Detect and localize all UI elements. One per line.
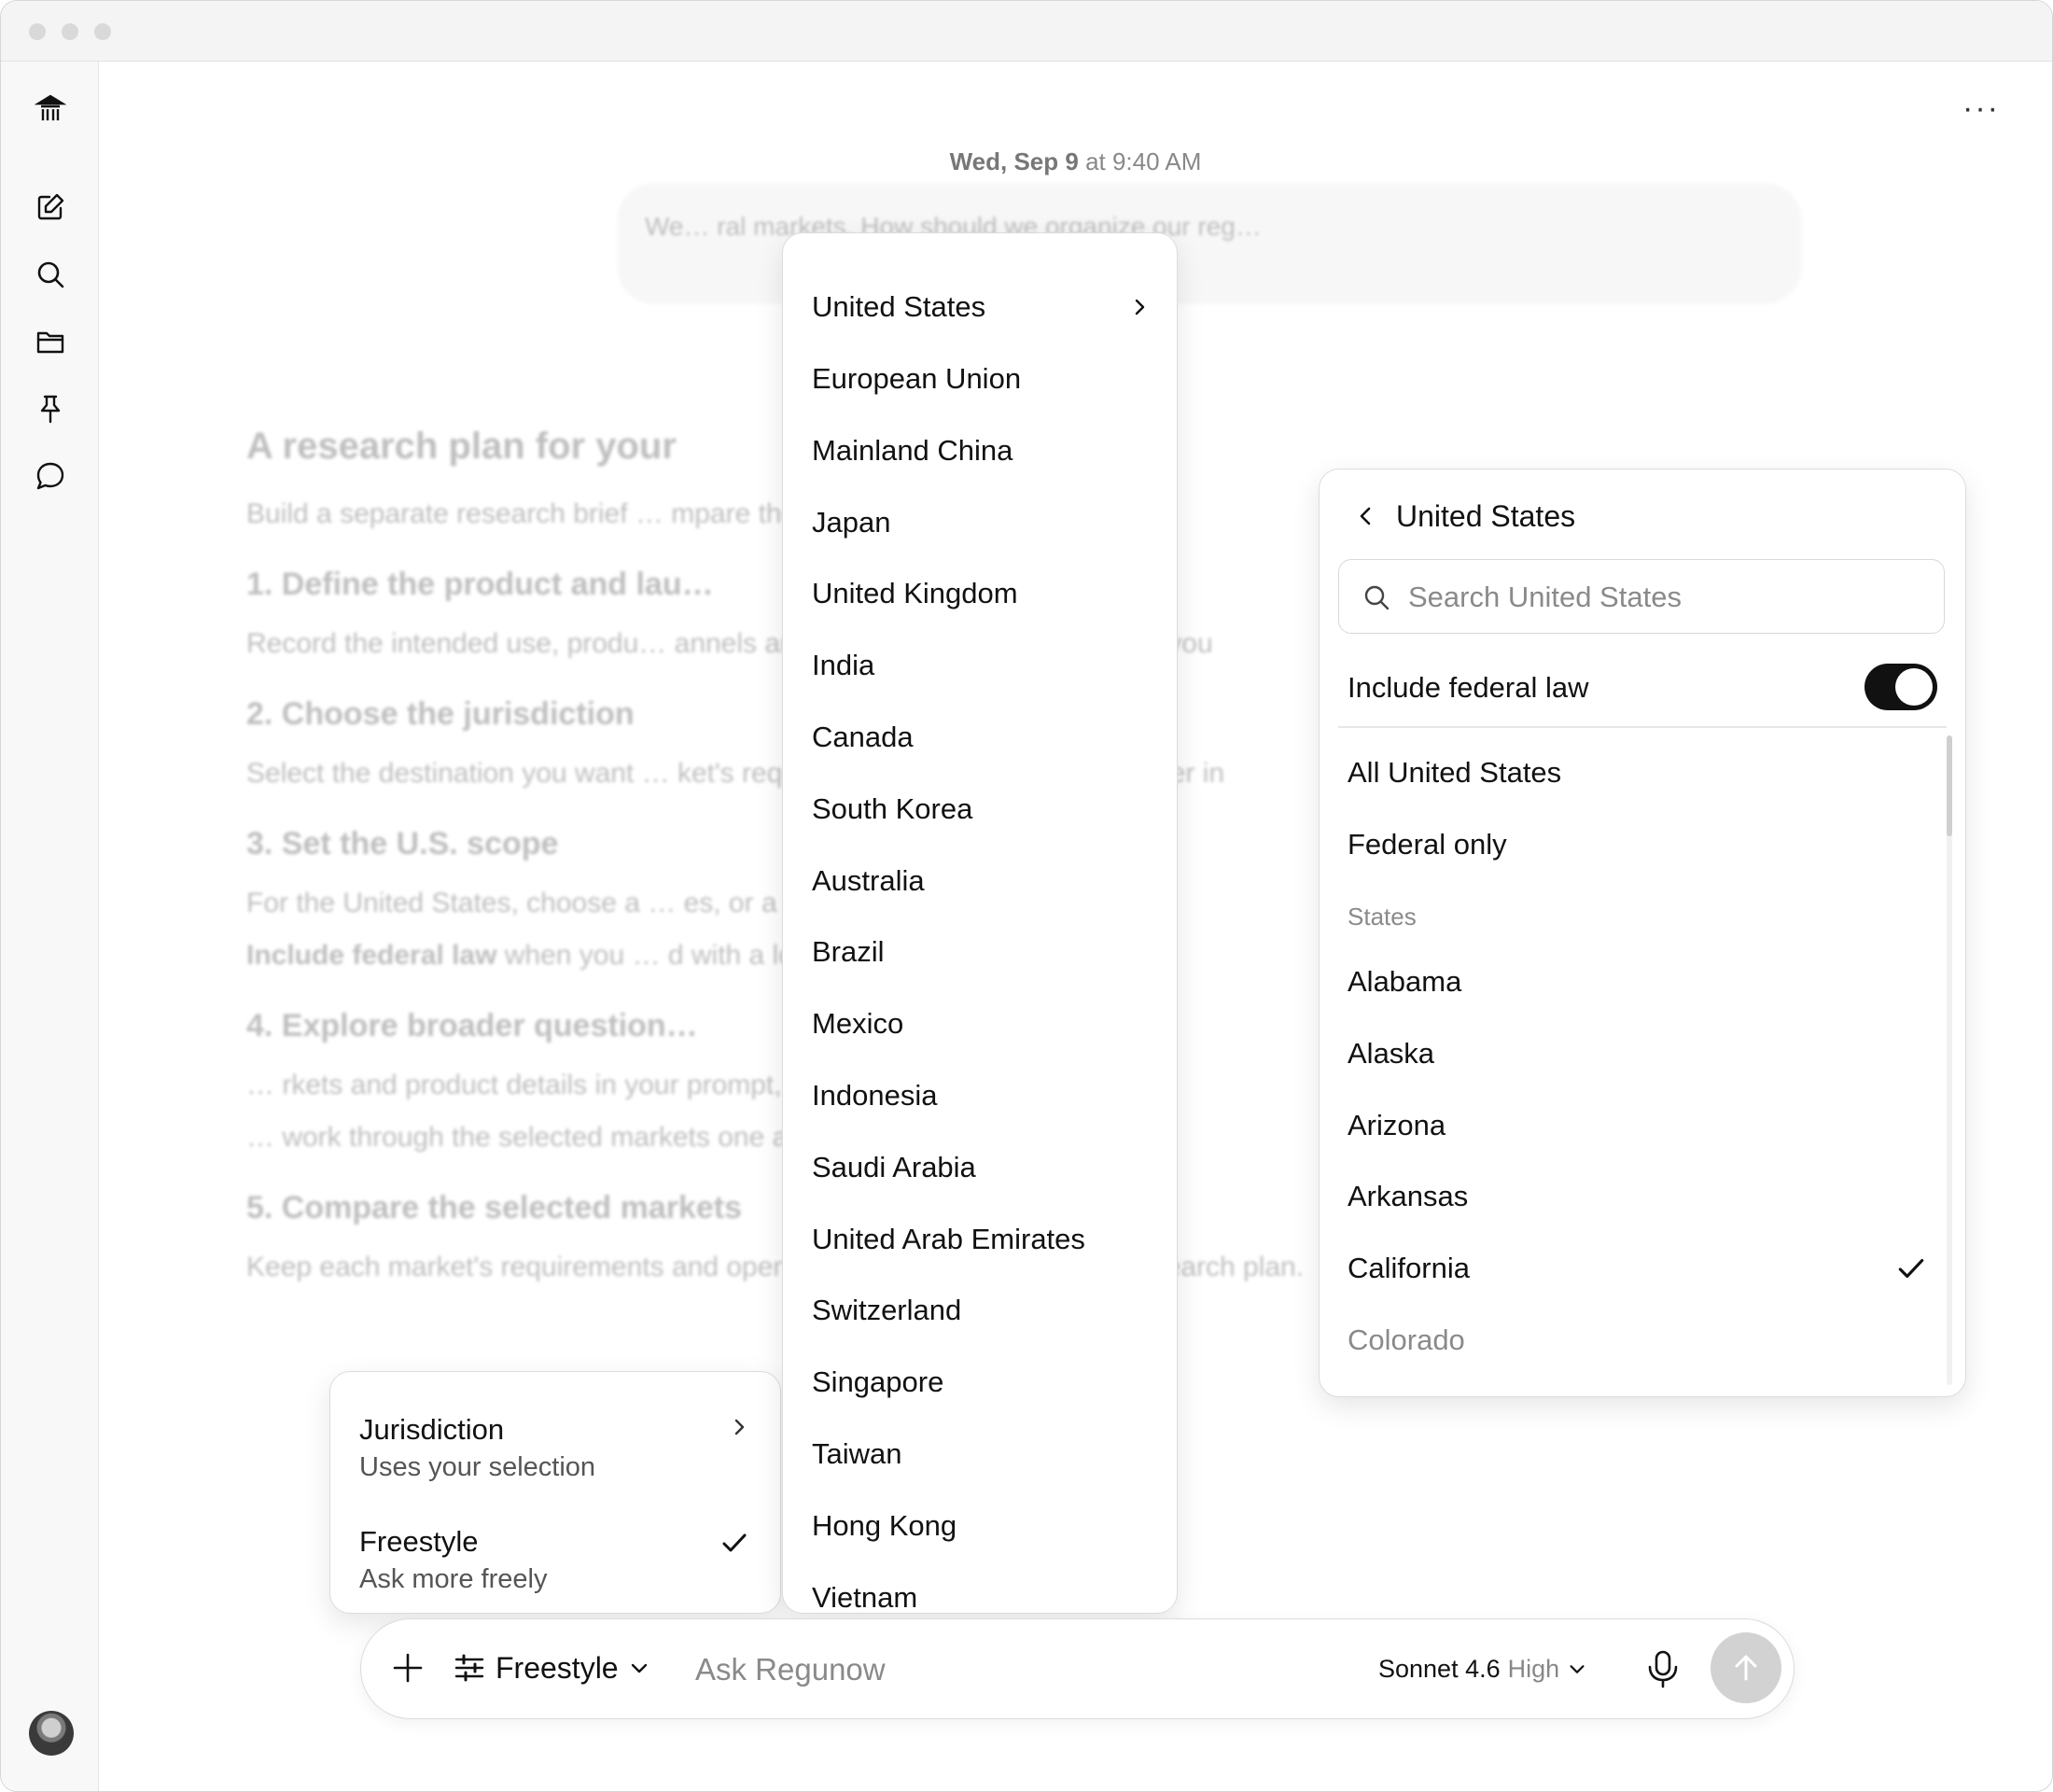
- country-item[interactable]: Mexico: [812, 996, 1177, 1052]
- country-item[interactable]: Brazil: [812, 924, 1177, 980]
- country-item[interactable]: United Arab Emirates: [812, 1211, 1177, 1267]
- country-item[interactable]: Hong Kong: [812, 1498, 1177, 1554]
- country-item[interactable]: Australia: [812, 853, 1177, 909]
- country-item[interactable]: Japan: [812, 495, 1177, 551]
- chevron-left-icon: [1360, 507, 1371, 525]
- mode-option-title: Freestyle: [359, 1525, 479, 1558]
- section-3-body-b: when you … d with a lo…: [496, 940, 822, 971]
- state-item-selected[interactable]: California: [1348, 1242, 1928, 1295]
- divider: [1338, 726, 1947, 728]
- country-item[interactable]: Singapore: [812, 1354, 1177, 1410]
- state-item[interactable]: Arizona: [1348, 1099, 1928, 1152]
- federal-law-toggle[interactable]: [1864, 664, 1937, 710]
- state-item[interactable]: Alabama: [1348, 956, 1928, 1008]
- arrow-up-icon: [1735, 1655, 1757, 1681]
- country-item[interactable]: Canada: [812, 709, 1177, 765]
- mode-option-subtitle: Uses your selection: [359, 1452, 596, 1482]
- sidebar: [1, 62, 99, 1791]
- federal-law-label: Include federal law: [1348, 671, 1589, 704]
- scope-federal-only[interactable]: Federal only: [1348, 819, 1928, 871]
- timestamp-day: Wed, Sep 9: [949, 147, 1079, 175]
- minimize-window-button[interactable]: [62, 23, 78, 40]
- mode-menu: Jurisdiction Uses your selection Freesty…: [329, 1371, 781, 1614]
- mode-option-title: Jurisdiction: [359, 1413, 505, 1446]
- panel-title: United States: [1396, 498, 1576, 533]
- state-item[interactable]: Alaska: [1348, 1028, 1928, 1080]
- zoom-window-button[interactable]: [94, 23, 111, 40]
- new-chat-icon: [37, 193, 64, 220]
- country-item[interactable]: Indonesia: [812, 1068, 1177, 1124]
- search-icon: [37, 261, 64, 288]
- send-button[interactable]: [1711, 1632, 1781, 1703]
- new-chat-button[interactable]: [29, 186, 72, 229]
- app-logo[interactable]: [29, 87, 72, 130]
- country-item[interactable]: Saudi Arabia: [812, 1140, 1177, 1196]
- pin-icon: [40, 395, 61, 424]
- model-name: Sonnet 4.6: [1378, 1654, 1501, 1683]
- country-item[interactable]: United Kingdom: [812, 566, 1177, 622]
- mode-option-freestyle[interactable]: Freestyle Ask more freely: [330, 1491, 780, 1611]
- jurisdiction-menu: United States European Union Mainland Ch…: [782, 232, 1178, 1614]
- message-timestamp: Wed, Sep 9 at 9:40 AM: [99, 147, 2052, 176]
- checkmark-icon: [722, 1533, 747, 1552]
- chevron-down-icon: [631, 1663, 647, 1673]
- microphone-icon[interactable]: [1641, 1647, 1684, 1690]
- back-to-jurisdictions[interactable]: United States: [1353, 496, 1575, 537]
- country-item[interactable]: United States: [812, 279, 1177, 335]
- search-icon: [1364, 585, 1390, 610]
- folder-icon: [36, 331, 64, 354]
- section-3-bold: Include federal law: [246, 940, 497, 971]
- toggle-knob: [1895, 668, 1933, 706]
- country-item[interactable]: Taiwan: [812, 1426, 1177, 1482]
- mode-label: Freestyle: [496, 1650, 619, 1685]
- app-window: ··· Wed, Sep 9 at 9:40 AM We… ral market…: [0, 0, 2053, 1792]
- avatar[interactable]: [29, 1711, 74, 1756]
- country-item[interactable]: European Union: [812, 351, 1177, 407]
- model-effort: High: [1507, 1654, 1560, 1683]
- state-item[interactable]: Arkansas: [1348, 1170, 1928, 1223]
- country-label: United States: [812, 290, 986, 323]
- app-logo-icon: [35, 94, 66, 120]
- states-group-label: States: [1348, 903, 1417, 931]
- search-button[interactable]: [29, 253, 72, 296]
- country-item[interactable]: India: [812, 637, 1177, 693]
- scrollbar-thumb[interactable]: [1947, 735, 1952, 836]
- state-item[interactable]: Colorado: [1348, 1314, 1928, 1366]
- chevron-right-icon: [1135, 299, 1145, 315]
- projects-button[interactable]: [29, 320, 72, 363]
- country-item[interactable]: Switzerland: [812, 1282, 1177, 1338]
- mode-option-subtitle: Ask more freely: [359, 1564, 548, 1594]
- title-bar: [1, 1, 2052, 62]
- prompt-input[interactable]: [693, 1645, 1276, 1694]
- timestamp-time: at 9:40 AM: [1078, 147, 1202, 175]
- close-window-button[interactable]: [29, 23, 46, 40]
- composer: Freestyle Sonnet 4.6 High: [360, 1618, 1795, 1719]
- mode-option-jurisdiction[interactable]: Jurisdiction Uses your selection: [330, 1372, 780, 1491]
- country-item[interactable]: Vietnam: [812, 1570, 1177, 1626]
- more-options-button[interactable]: ···: [1962, 92, 2000, 124]
- section-3-body-a: For the United States, choose a … es, or…: [246, 888, 835, 918]
- country-item[interactable]: South Korea: [812, 781, 1177, 837]
- us-scope-panel: United States Include federal law All Un…: [1319, 469, 1966, 1397]
- chevron-down-icon: [1570, 1665, 1585, 1673]
- chevron-right-icon: [734, 1419, 745, 1435]
- chats-button[interactable]: [29, 455, 72, 497]
- federal-law-row: Include federal law: [1348, 662, 1937, 714]
- pinned-button[interactable]: [29, 387, 72, 430]
- checkmark-icon: [1898, 1258, 1924, 1279]
- chat-bubble-icon: [36, 462, 64, 490]
- scope-all-us[interactable]: All United States: [1348, 747, 1928, 799]
- state-search-input[interactable]: [1406, 573, 1933, 622]
- model-selector[interactable]: Sonnet 4.6 High: [1378, 1647, 1587, 1690]
- state-label: California: [1348, 1252, 1470, 1284]
- add-attachment-icon[interactable]: [391, 1651, 425, 1685]
- sliders-icon: [454, 1654, 484, 1682]
- state-search-field: [1338, 559, 1945, 634]
- mode-selector-button[interactable]: Freestyle: [453, 1642, 660, 1694]
- country-item[interactable]: Mainland China: [812, 423, 1177, 479]
